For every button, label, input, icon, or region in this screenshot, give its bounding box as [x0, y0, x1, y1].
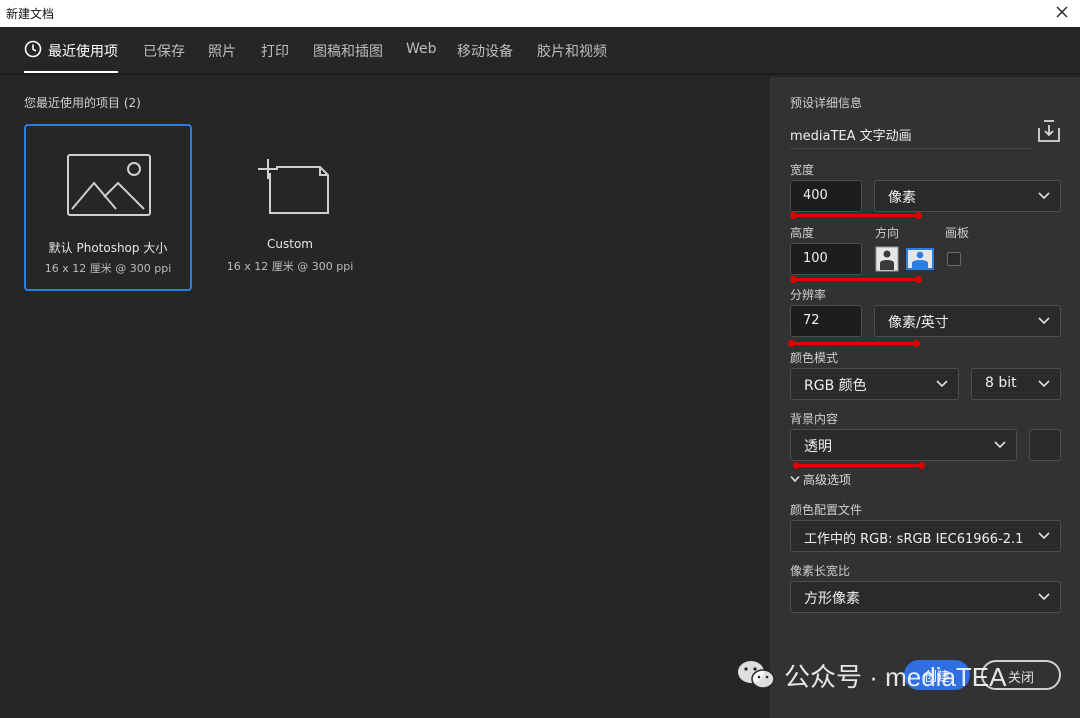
- clock-icon: [24, 40, 42, 58]
- tab-mobile[interactable]: 移动设备: [457, 41, 513, 61]
- annotation-underline: [790, 212, 922, 219]
- color-mode-select[interactable]: RGB 颜色: [790, 368, 959, 400]
- color-profile-select[interactable]: 工作中的 RGB: sRGB IEC61966-2.1: [790, 520, 1061, 552]
- chevron-down-icon: [1038, 593, 1050, 601]
- width-input[interactable]: 400: [790, 180, 862, 212]
- custom-doc-icon: [258, 159, 329, 214]
- watermark-text: 公众号 · mediaTEA: [784, 662, 1007, 692]
- chevron-down-icon: [1038, 532, 1050, 540]
- width-label: 宽度: [790, 163, 815, 177]
- recent-items-area: 您最近使用的项目 (2) 默认 Photoshop 大小 16 x 12 厘米 …: [0, 77, 770, 718]
- background-color-swatch[interactable]: [1029, 429, 1061, 461]
- tab-saved[interactable]: 已保存: [143, 41, 185, 61]
- background-label: 背景内容: [790, 412, 839, 426]
- active-tab-indicator: [24, 71, 118, 73]
- resolution-unit-value: 像素/英寸: [888, 315, 949, 331]
- close-icon[interactable]: [1052, 2, 1072, 22]
- image-icon: [67, 154, 151, 216]
- preset-name: 默认 Photoshop 大小: [48, 241, 168, 255]
- pixel-aspect-select[interactable]: 方形像素: [790, 581, 1061, 613]
- pixel-aspect-label: 像素长宽比: [790, 564, 851, 578]
- pixel-aspect-value: 方形像素: [804, 591, 860, 607]
- save-preset-icon[interactable]: [1037, 119, 1061, 143]
- preset-card-custom[interactable]: Custom 16 x 12 厘米 @ 300 ppi: [206, 124, 374, 291]
- width-unit-select[interactable]: 像素: [874, 180, 1061, 212]
- color-profile-label: 颜色配置文件: [790, 503, 863, 517]
- tab-art-illustration[interactable]: 图稿和插图: [313, 41, 383, 61]
- orientation-label: 方向: [875, 226, 900, 240]
- chevron-down-icon: [1038, 380, 1050, 388]
- tab-film-video[interactable]: 胶片和视频: [537, 41, 607, 61]
- annotation-underline: [790, 276, 922, 283]
- resolution-input[interactable]: 72: [790, 305, 862, 337]
- preset-name-field[interactable]: mediaTEA 文字动画: [790, 125, 912, 144]
- preset-card-default[interactable]: 默认 Photoshop 大小 16 x 12 厘米 @ 300 ppi: [24, 124, 192, 291]
- background-value: 透明: [804, 439, 832, 455]
- preset-details-panel: 预设详细信息 mediaTEA 文字动画 宽度 400 像素 高度 方向 画板 …: [770, 77, 1080, 718]
- chevron-down-icon: [790, 475, 800, 483]
- artboard-checkbox[interactable]: [947, 252, 961, 266]
- tab-print[interactable]: 打印: [261, 41, 289, 61]
- preset-dimensions: 16 x 12 厘米 @ 300 ppi: [44, 262, 172, 275]
- title-bar: 新建文档: [0, 0, 1080, 27]
- preset-dimensions: 16 x 12 厘米 @ 300 ppi: [226, 260, 354, 273]
- color-mode-label: 颜色模式: [790, 351, 839, 365]
- chevron-down-icon: [1038, 192, 1050, 200]
- background-select[interactable]: 透明: [790, 429, 1017, 461]
- height-input[interactable]: 100: [790, 243, 862, 275]
- category-tabs: 最近使用项 已保存 照片 打印 图稿和插图 Web 移动设备 胶片和视频: [0, 27, 1080, 75]
- tab-recent[interactable]: 最近使用项: [48, 41, 118, 61]
- resolution-unit-select[interactable]: 像素/英寸: [874, 305, 1061, 337]
- artboard-label: 画板: [945, 226, 970, 240]
- landscape-orientation-icon[interactable]: [906, 246, 934, 272]
- annotation-underline: [793, 462, 925, 469]
- chevron-down-icon: [1038, 317, 1050, 325]
- wechat-icon: [738, 661, 775, 689]
- tab-web[interactable]: Web: [406, 41, 437, 57]
- annotation-underline: [788, 340, 920, 347]
- resolution-label: 分辨率: [790, 288, 827, 302]
- tab-photo[interactable]: 照片: [208, 41, 236, 61]
- chevron-down-icon: [936, 380, 948, 388]
- preset-name-underline: [790, 148, 1032, 149]
- details-heading: 预设详细信息: [790, 96, 863, 110]
- color-mode-value: RGB 颜色: [804, 378, 867, 394]
- color-profile-value: 工作中的 RGB: sRGB IEC61966-2.1: [804, 532, 1024, 547]
- bit-depth-value: 8 bit: [985, 375, 1017, 391]
- width-unit-value: 像素: [888, 190, 916, 206]
- recent-heading: 您最近使用的项目 (2): [24, 96, 141, 110]
- preset-name: Custom: [267, 237, 313, 251]
- advanced-options-toggle[interactable]: 高级选项: [790, 471, 851, 488]
- portrait-orientation-icon[interactable]: [875, 246, 899, 272]
- chevron-down-icon: [994, 441, 1006, 449]
- window-title: 新建文档: [6, 7, 55, 21]
- height-label: 高度: [790, 226, 815, 240]
- advanced-options-label: 高级选项: [803, 473, 852, 487]
- bit-depth-select[interactable]: 8 bit: [971, 368, 1061, 400]
